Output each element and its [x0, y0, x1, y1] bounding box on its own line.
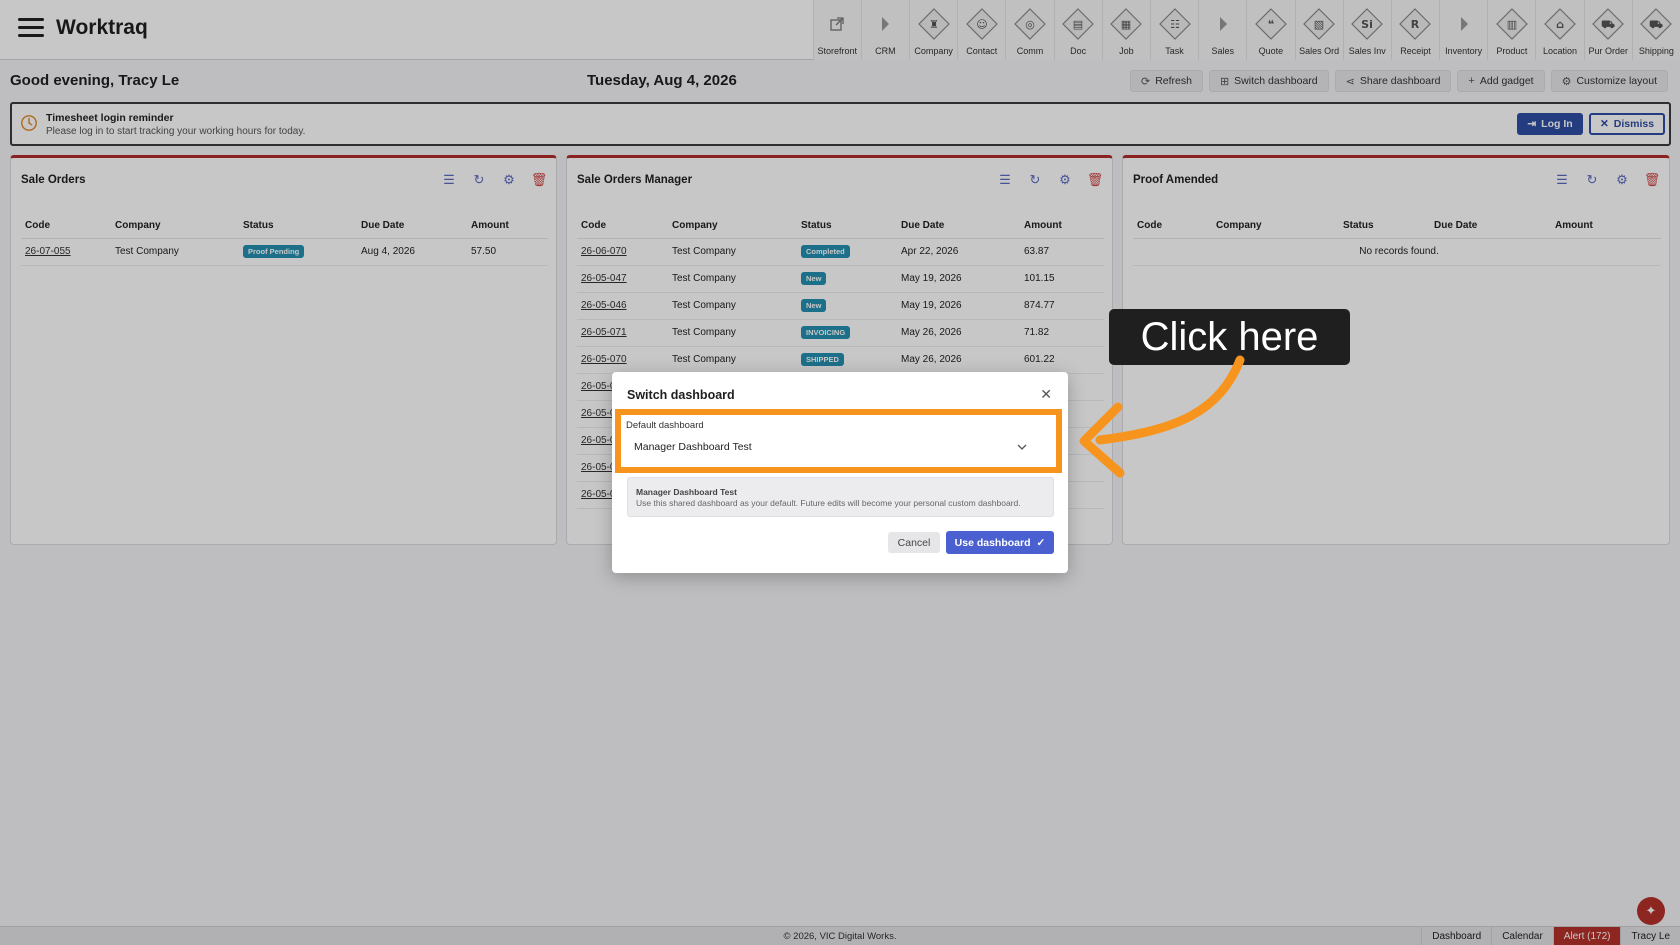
curved-arrow-icon [1079, 355, 1245, 478]
info-text: Use this shared dashboard as your defaul… [636, 498, 1021, 508]
default-dashboard-label: Default dashboard [626, 420, 704, 431]
selected-dashboard: Manager Dashboard Test [634, 441, 752, 453]
use-dashboard-button[interactable]: Use dashboard ✓ [946, 531, 1054, 554]
dashboard-info: Manager Dashboard Test Use this shared d… [627, 477, 1054, 517]
default-dashboard-select[interactable]: Manager Dashboard Test [626, 434, 1036, 460]
check-icon: ✓ [1036, 536, 1046, 549]
switch-dashboard-dialog: Switch dashboard ✕ Default dashboard Man… [612, 372, 1068, 573]
dialog-title: Switch dashboard [627, 388, 735, 402]
chevron-down-icon [1017, 444, 1027, 450]
cancel-button[interactable]: Cancel [888, 532, 940, 553]
close-icon[interactable]: ✕ [1040, 386, 1052, 403]
info-title: Manager Dashboard Test [636, 487, 737, 497]
